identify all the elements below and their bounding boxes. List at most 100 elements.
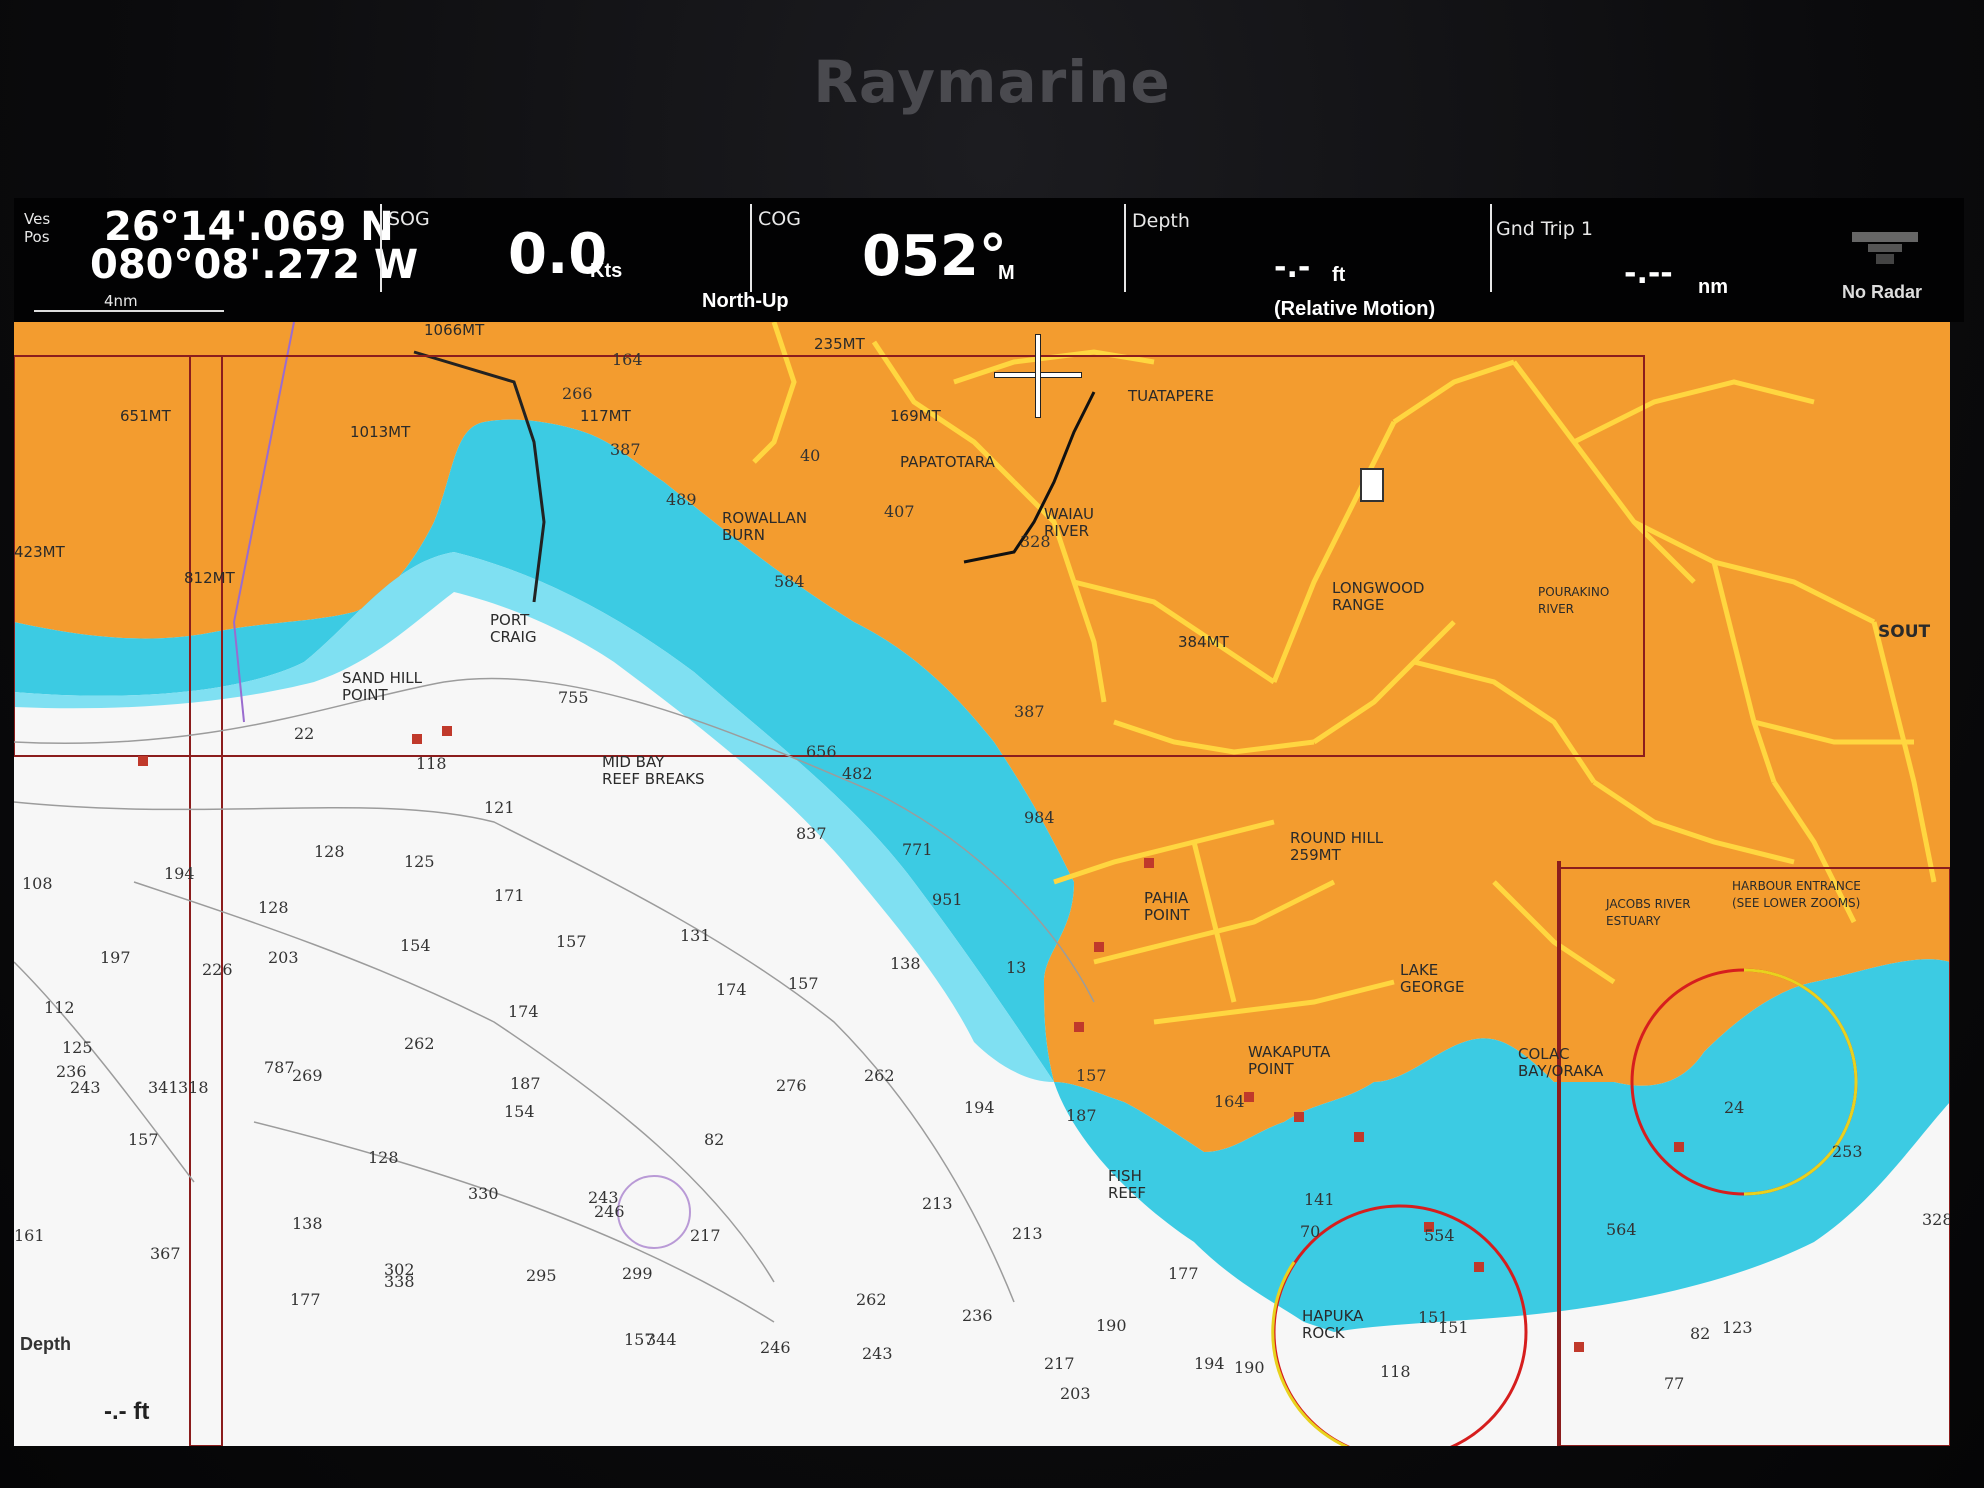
depth-sounding: 157 [128, 1130, 159, 1149]
depth-sounding: 118 [1380, 1362, 1411, 1381]
depth-sounding: 771 [902, 840, 933, 859]
depth-sounding: 246 [760, 1338, 791, 1357]
place-label: PORT CRAIG [490, 611, 537, 646]
depth-sounding: 194 [164, 864, 195, 883]
depth-value: -.- [1274, 250, 1311, 285]
depth-sounding: 217 [690, 1226, 721, 1245]
depth-sounding: 787 [264, 1058, 295, 1077]
depth-sounding: 194 [964, 1098, 995, 1117]
place-label: 812MT [184, 569, 235, 587]
depth-sounding: 299 [622, 1264, 653, 1283]
depth-sounding: 22 [294, 724, 315, 743]
depth-sounding: 344 [646, 1330, 677, 1349]
depth-sounding: 128 [258, 898, 289, 917]
depth-sounding: 341 [148, 1078, 179, 1097]
depth-sounding: 177 [290, 1290, 321, 1309]
depth-sounding: 131 [680, 926, 711, 945]
place-label: FISH REEF [1108, 1167, 1147, 1202]
depth-sounding: 203 [268, 948, 299, 967]
trip-label: Gnd Trip 1 [1496, 218, 1593, 240]
motion-mode[interactable]: (Relative Motion) [1274, 298, 1435, 321]
divider [1124, 204, 1126, 292]
depth-sounding: 328 [1922, 1210, 1950, 1229]
depth-sounding: 40 [800, 446, 821, 465]
lower-depth-label: Depth [20, 1334, 71, 1354]
lower-depth-value: -.- ft [104, 1398, 150, 1425]
depth-sounding: 407 [884, 502, 915, 521]
place-label: 384MT [1178, 633, 1229, 651]
depth-sounding: 187 [1066, 1106, 1097, 1125]
depth-sounding: 161 [14, 1226, 45, 1245]
depth-sounding: 656 [806, 742, 837, 761]
sog-unit: Kts [590, 260, 623, 282]
depth-sounding: 367 [150, 1244, 181, 1263]
cursor-crosshair[interactable] [1035, 334, 1041, 418]
depth-sounding: 82 [1690, 1324, 1711, 1343]
depth-sounding: 338 [384, 1272, 415, 1291]
buoy-icon[interactable] [1360, 468, 1384, 502]
place-label: JACOBS RIVER ESTUARY [1606, 897, 1691, 928]
depth-sounding: 213 [922, 1194, 953, 1213]
trip-value: -.-- [1624, 256, 1673, 291]
depth-sounding: 164 [612, 350, 643, 369]
divider [380, 204, 382, 292]
depth-sounding: 262 [404, 1034, 435, 1053]
depth-sounding: 243 [862, 1344, 893, 1363]
place-label: WAKAPUTA POINT [1248, 1043, 1331, 1078]
depth-sounding: 203 [1060, 1384, 1091, 1403]
cog-label: COG [758, 208, 801, 230]
chart-canvas [14, 322, 1950, 1446]
depth-sounding: 157 [1076, 1066, 1107, 1085]
depth-sounding: 295 [526, 1266, 557, 1285]
depth-sounding: 151 [1438, 1318, 1469, 1337]
depth-sounding: 243 [70, 1078, 101, 1097]
chart-view[interactable]: 1066MT 235MT 651MT 1013MT 117MT 169MT TU… [14, 322, 1950, 1446]
depth-sounding: 174 [508, 1002, 539, 1021]
depth-sounding: 984 [1024, 808, 1055, 827]
hazard-ring [617, 1175, 691, 1249]
depth-sounding: 171 [494, 886, 525, 905]
depth-sounding: 246 [594, 1202, 625, 1221]
trip-unit: nm [1698, 276, 1728, 298]
depth-sounding: 253 [1832, 1142, 1863, 1161]
place-label: ROWALLAN BURN [722, 509, 808, 544]
depth-sounding: 154 [400, 936, 431, 955]
place-label: SAND HILL POINT [342, 669, 423, 704]
place-label: 1013MT [350, 423, 411, 441]
depth-sounding: 112 [44, 998, 75, 1017]
depth-unit: ft [1332, 264, 1346, 286]
depth-sounding: 318 [178, 1078, 209, 1097]
depth-sounding: 190 [1234, 1358, 1265, 1377]
place-label: 235MT [814, 335, 865, 353]
depth-sounding: 951 [932, 890, 963, 909]
data-bar: Ves Pos 26°14'.069 N 080°08'.272 W 4nm S… [14, 198, 1964, 322]
depth-sounding: 141 [1304, 1190, 1335, 1209]
depth-sounding: 266 [562, 384, 593, 403]
place-label: MID BAY REEF BREAKS [602, 753, 705, 788]
sog-label: SOG [388, 208, 430, 230]
depth-sounding: 269 [292, 1066, 323, 1085]
place-label: LONGWOOD RANGE [1332, 579, 1425, 614]
depth-sounding: 70 [1300, 1222, 1321, 1241]
depth-sounding: 330 [468, 1184, 499, 1203]
depth-sounding: 328 [1020, 532, 1051, 551]
depth-sounding: 482 [842, 764, 873, 783]
depth-sounding: 164 [1214, 1092, 1245, 1111]
depth-sounding: 554 [1424, 1226, 1455, 1245]
longitude-value: 080°08'.272 W [90, 242, 419, 288]
place-label: 117MT [580, 407, 631, 425]
orientation-mode[interactable]: North-Up [702, 290, 789, 313]
place-label: ROUND HILL 259MT [1290, 829, 1384, 864]
depth-sounding: 564 [1606, 1220, 1637, 1239]
place-label: HAPUKA ROCK [1302, 1307, 1364, 1342]
depth-sounding: 82 [704, 1130, 725, 1149]
depth-sounding: 194 [1194, 1354, 1225, 1373]
cog-value: 052° [862, 224, 1007, 289]
depth-sounding: 187 [510, 1074, 541, 1093]
depth-sounding: 387 [1014, 702, 1045, 721]
depth-sounding: 489 [666, 490, 697, 509]
place-label: 423MT [14, 543, 65, 561]
depth-sounding: 177 [1168, 1264, 1199, 1283]
depth-sounding: 157 [556, 932, 587, 951]
depth-sounding: 138 [292, 1214, 323, 1233]
